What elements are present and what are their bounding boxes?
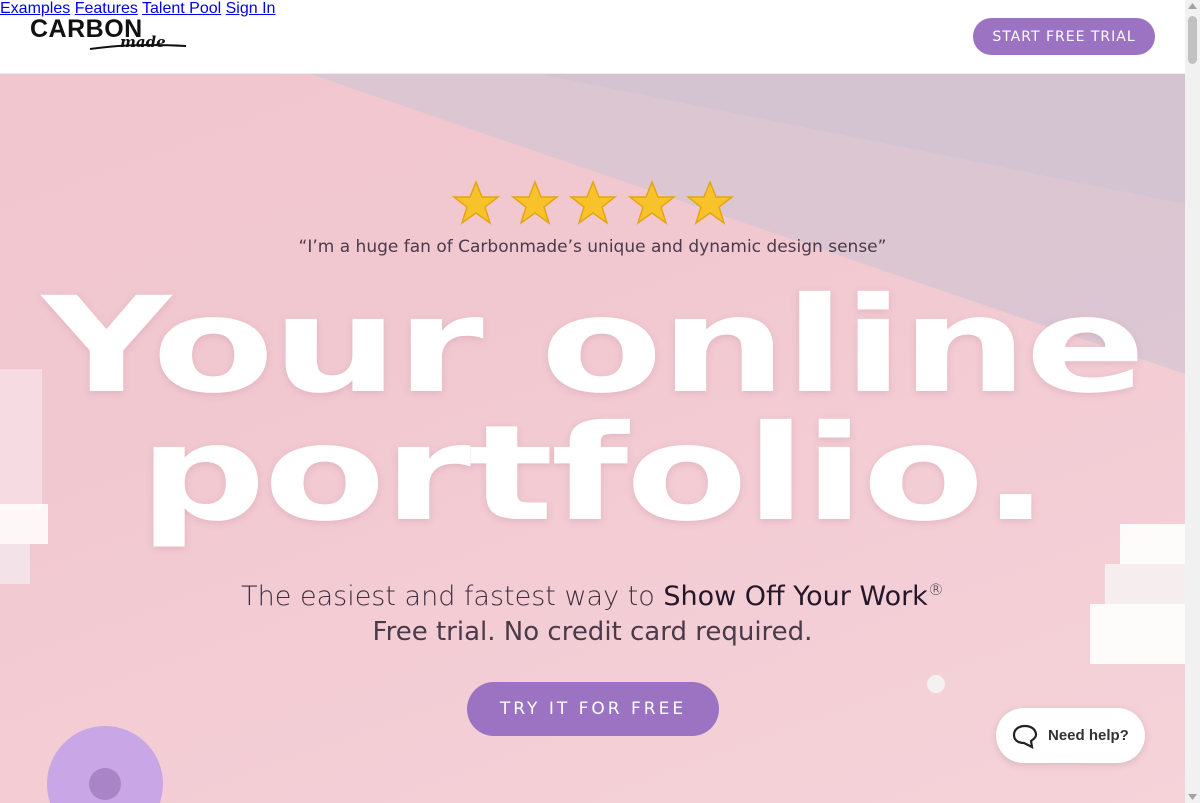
star-icon bbox=[569, 179, 617, 225]
hero-subtitle-line-2: Free trial. No credit card required. bbox=[372, 617, 813, 647]
carbonmade-logo[interactable]: CARBON made bbox=[30, 16, 190, 52]
start-free-trial-button[interactable]: START FREE TRIAL bbox=[973, 18, 1155, 55]
logo-swoosh-icon bbox=[90, 44, 186, 50]
need-help-widget[interactable]: Need help? bbox=[996, 708, 1145, 763]
headline-line-1: Your online bbox=[41, 269, 1146, 423]
nav-talent-pool[interactable]: Talent Pool bbox=[142, 0, 221, 17]
nav-sign-in[interactable]: Sign In bbox=[226, 0, 276, 17]
subtitle-prefix: The easiest and fastest way to bbox=[241, 581, 664, 612]
scrollbar-thumb[interactable] bbox=[1188, 16, 1197, 64]
scroll-down-arrow-icon[interactable] bbox=[1188, 794, 1197, 800]
top-navigation-bar: CARBON made Examples Features Talent Poo… bbox=[0, 0, 1185, 74]
scroll-up-arrow-icon[interactable] bbox=[1188, 3, 1197, 9]
chat-bubble-icon bbox=[1012, 724, 1038, 749]
rating-stars bbox=[452, 179, 734, 227]
page-scrollbar[interactable] bbox=[1185, 0, 1200, 803]
try-it-for-free-button[interactable]: TRY IT FOR FREE bbox=[467, 682, 719, 736]
star-icon bbox=[686, 179, 734, 225]
hero-subtitle: The easiest and fastest way to Show Off … bbox=[0, 580, 1185, 612]
star-icon bbox=[510, 179, 559, 225]
testimonial-quote: “I’m a huge fan of Carbonmade’s unique a… bbox=[298, 237, 887, 257]
need-help-label: Need help? bbox=[1048, 727, 1129, 744]
headline-line-2: portfolio. bbox=[138, 397, 1050, 551]
hero-section: “I’m a huge fan of Carbonmade’s unique a… bbox=[0, 74, 1185, 803]
star-icon bbox=[627, 179, 676, 225]
hero-headline: Your online portfolio. bbox=[0, 269, 1185, 551]
star-icon bbox=[452, 179, 500, 225]
subtitle-emphasis: Show Off Your Work bbox=[663, 581, 928, 612]
registered-mark: ® bbox=[927, 580, 944, 599]
